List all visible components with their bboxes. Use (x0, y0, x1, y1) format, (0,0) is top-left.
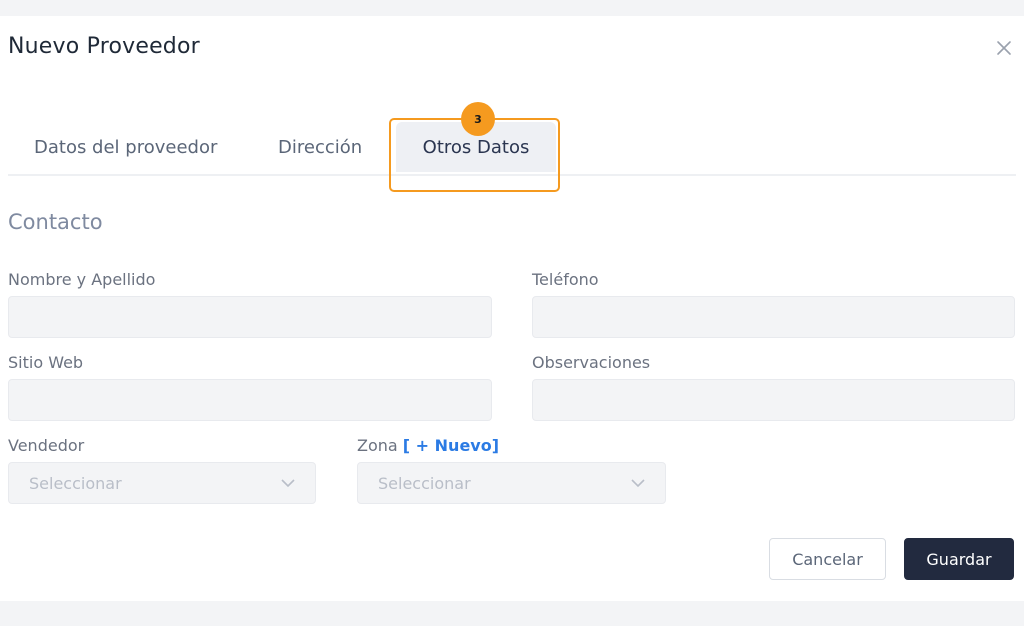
zona-select-value: Seleccionar (378, 473, 471, 493)
sitio-web-input[interactable] (8, 379, 492, 421)
telefono-input[interactable] (532, 296, 1015, 338)
zona-new-link[interactable]: [ + Nuevo] (403, 436, 499, 455)
section-title: Contacto (8, 210, 103, 234)
zona-label: Zona (357, 436, 398, 455)
nombre-input[interactable] (8, 296, 492, 338)
vendedor-select-value: Seleccionar (29, 473, 122, 493)
modal-dialog: Nuevo Proveedor Datos del proveedor Dire… (0, 16, 1024, 601)
chevron-down-icon (281, 478, 295, 487)
nombre-label: Nombre y Apellido (8, 270, 156, 289)
tab-bar: Datos del proveedor Dirección Otros Dato… (8, 120, 1016, 176)
close-icon[interactable] (994, 38, 1014, 58)
chevron-down-icon (631, 478, 645, 487)
step-badge: 3 (461, 102, 495, 136)
vendedor-label: Vendedor (8, 436, 85, 455)
tab-direccion[interactable]: Dirección (278, 122, 362, 172)
save-button[interactable]: Guardar (904, 538, 1014, 580)
modal-title: Nuevo Proveedor (8, 34, 200, 59)
observaciones-label: Observaciones (532, 353, 651, 372)
sitio-web-label: Sitio Web (8, 353, 84, 372)
observaciones-input[interactable] (532, 379, 1015, 421)
cancel-button[interactable]: Cancelar (769, 538, 886, 580)
tab-datos-proveedor[interactable]: Datos del proveedor (34, 122, 217, 172)
vendedor-select[interactable]: Seleccionar (8, 462, 316, 504)
zona-label-row: Zona [ + Nuevo] (357, 436, 499, 455)
telefono-label: Teléfono (532, 270, 599, 289)
zona-select[interactable]: Seleccionar (357, 462, 666, 504)
